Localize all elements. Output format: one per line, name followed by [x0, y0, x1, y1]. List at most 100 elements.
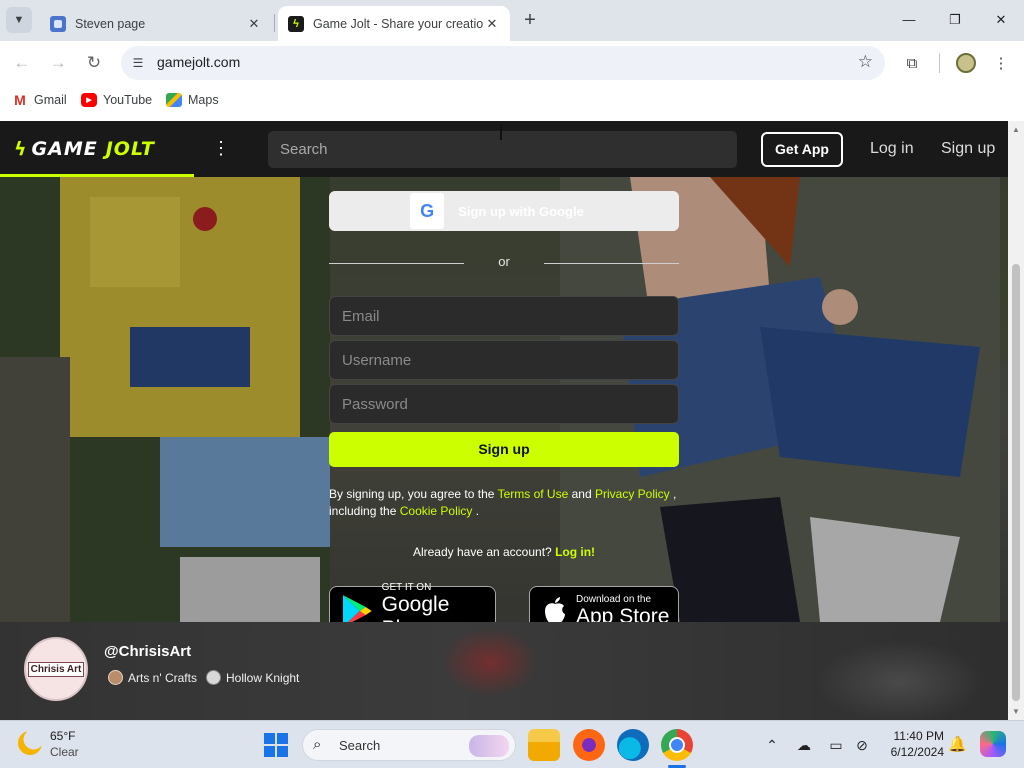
terms-of-use-link[interactable]: Terms of Use: [498, 487, 569, 501]
featured-creator-strip: Chrisis Art @ChrisisArt Arts n' Crafts H…: [0, 622, 1008, 720]
display-icon[interactable]: ▭: [826, 735, 846, 755]
bookmark-youtube[interactable]: ▶ YouTube: [81, 93, 152, 107]
have-account-label: Already have an account?: [412, 545, 552, 559]
taskbar-search[interactable]: ⌕ Search: [302, 729, 516, 761]
or-divider: or: [329, 254, 679, 272]
weather-temperature[interactable]: 65°F: [50, 729, 75, 743]
search-icon: ⌕: [313, 736, 322, 753]
arts-crafts-icon: [108, 670, 123, 685]
network-icon[interactable]: ⊘: [852, 735, 872, 755]
google-g-icon: G: [410, 193, 445, 229]
copilot-icon[interactable]: [980, 731, 1006, 757]
site-info-icon[interactable]: ☰: [129, 54, 147, 72]
signup-link[interactable]: Sign up: [941, 140, 995, 158]
url-text[interactable]: gamejolt.com: [157, 54, 240, 70]
scroll-thumb[interactable]: [1012, 264, 1020, 701]
close-window-icon[interactable]: ✕: [978, 8, 1024, 32]
youtube-icon: ▶: [81, 93, 97, 107]
maps-icon: [166, 93, 182, 107]
bookmark-label: Maps: [188, 93, 219, 107]
search-highlight-icon: [469, 735, 509, 757]
moon-weather-icon[interactable]: [18, 731, 42, 755]
tab-separator: [274, 14, 275, 32]
hollow-knight-icon: [206, 670, 221, 685]
back-arrow-icon[interactable]: ←: [10, 51, 34, 75]
login-link-form[interactable]: Log in!: [555, 545, 595, 559]
tab-title: Steven page: [75, 16, 146, 31]
clock-date[interactable]: 6/12/2024: [880, 745, 944, 759]
scroll-up-icon[interactable]: ▲: [1012, 125, 1020, 134]
browser-toolbar: ← → ↻ ☰ gamejolt.com ☆ ⧉ ⋮: [0, 41, 1024, 85]
creator-tag[interactable]: Arts n' Crafts: [108, 670, 197, 685]
weather-condition[interactable]: Clear: [50, 745, 79, 759]
creator-tag[interactable]: Hollow Knight: [206, 670, 299, 685]
bookmark-maps[interactable]: Maps: [166, 93, 219, 107]
page-scrollbar[interactable]: ▲ ▼: [1008, 121, 1024, 720]
bookmark-gmail[interactable]: M Gmail: [12, 92, 67, 108]
password-field[interactable]: [329, 384, 679, 424]
tag-label: Arts n' Crafts: [128, 670, 197, 685]
app-store-small: Download on the: [576, 593, 652, 605]
creator-avatar[interactable]: Chrisis Art: [24, 637, 88, 701]
email-field[interactable]: [329, 296, 679, 336]
site-search-input[interactable]: [268, 131, 737, 168]
tab-bar: ▼ Steven page ✕ ϟ Game Jolt - Share your…: [0, 0, 1024, 41]
scroll-down-icon[interactable]: ▼: [1012, 707, 1020, 716]
chrome-icon[interactable]: [661, 729, 693, 761]
extensions-icon[interactable]: ⧉: [901, 53, 923, 75]
login-link[interactable]: Log in: [870, 140, 914, 158]
file-explorer-icon[interactable]: [528, 729, 560, 761]
reload-icon[interactable]: ↻: [82, 51, 106, 75]
get-app-button[interactable]: Get App: [761, 132, 843, 167]
google-play-small: GET IT ON: [381, 581, 432, 593]
google-signup-button[interactable]: G Sign up with Google: [329, 191, 679, 231]
firefox-icon[interactable]: [573, 729, 605, 761]
minimize-icon[interactable]: —: [886, 8, 932, 32]
signup-submit-button[interactable]: Sign up: [329, 432, 679, 467]
bookmark-label: Gmail: [34, 93, 67, 107]
chevron-down-icon[interactable]: ▼: [6, 7, 32, 33]
address-bar[interactable]: ☰ gamejolt.com ☆: [121, 46, 885, 80]
cloud-offline-icon[interactable]: ☁: [794, 735, 814, 755]
creator-username[interactable]: @ChrisisArt: [104, 643, 191, 660]
more-vertical-icon[interactable]: ⋮: [212, 137, 230, 161]
gmail-icon: M: [14, 92, 26, 108]
bookmark-star-icon[interactable]: ☆: [858, 52, 873, 72]
lightning-bolt-icon: ϟ: [14, 138, 28, 160]
terms-and: and: [571, 487, 592, 501]
terms-end: .: [475, 504, 480, 518]
edge-icon[interactable]: [617, 729, 649, 761]
google-signup-label: Sign up with Google: [458, 203, 584, 219]
tab-steven-page[interactable]: Steven page ✕: [40, 6, 272, 41]
profile-avatar-icon[interactable]: [956, 53, 976, 73]
game-jolt-favicon-icon: ϟ: [288, 15, 304, 32]
menu-kebab-icon[interactable]: ⋮: [990, 53, 1012, 75]
maximize-icon[interactable]: ❐: [932, 8, 978, 32]
taskbar: 65°F Clear ⌕ Search ⌃ ☁ ▭ ⊘ 11:40 PM 6/1…: [0, 720, 1024, 768]
or-label: or: [498, 254, 510, 269]
bookmark-label: YouTube: [103, 93, 153, 107]
close-icon[interactable]: ✕: [246, 16, 262, 32]
tab-title: Game Jolt - Share your creation: [313, 16, 484, 31]
google-signup-inner: G Sign up with Google: [410, 193, 598, 229]
logo-active-underline: [0, 174, 194, 177]
bookmarks-bar: M Gmail ▶ YouTube Maps: [0, 85, 1024, 121]
notification-bell-icon[interactable]: 🔔: [948, 735, 967, 753]
page-viewport: ϟ GAME JOLT ⋮ Get App Log in Sign up G S…: [0, 121, 1008, 720]
terms-prefix: By signing up, you agree to the: [329, 487, 495, 501]
cookie-policy-link[interactable]: Cookie Policy: [400, 504, 473, 518]
tag-label: Hollow Knight: [226, 670, 300, 685]
forward-arrow-icon[interactable]: →: [46, 51, 70, 75]
plus-icon[interactable]: +: [518, 9, 542, 33]
chevron-up-icon[interactable]: ⌃: [762, 735, 782, 755]
close-icon[interactable]: ✕: [484, 16, 500, 32]
tab-game-jolt[interactable]: ϟ Game Jolt - Share your creation ✕: [278, 6, 510, 41]
username-field[interactable]: [329, 340, 679, 380]
page-favicon-icon: [50, 15, 66, 32]
avatar-logo-text: Chrisis Art: [27, 661, 85, 677]
privacy-policy-link[interactable]: Privacy Policy: [595, 487, 670, 501]
game-jolt-logo[interactable]: ϟ GAME JOLT: [14, 137, 155, 161]
clock-time[interactable]: 11:40 PM: [880, 729, 944, 743]
featured-artwork-background: [340, 622, 1008, 720]
windows-start-icon[interactable]: [264, 733, 288, 757]
